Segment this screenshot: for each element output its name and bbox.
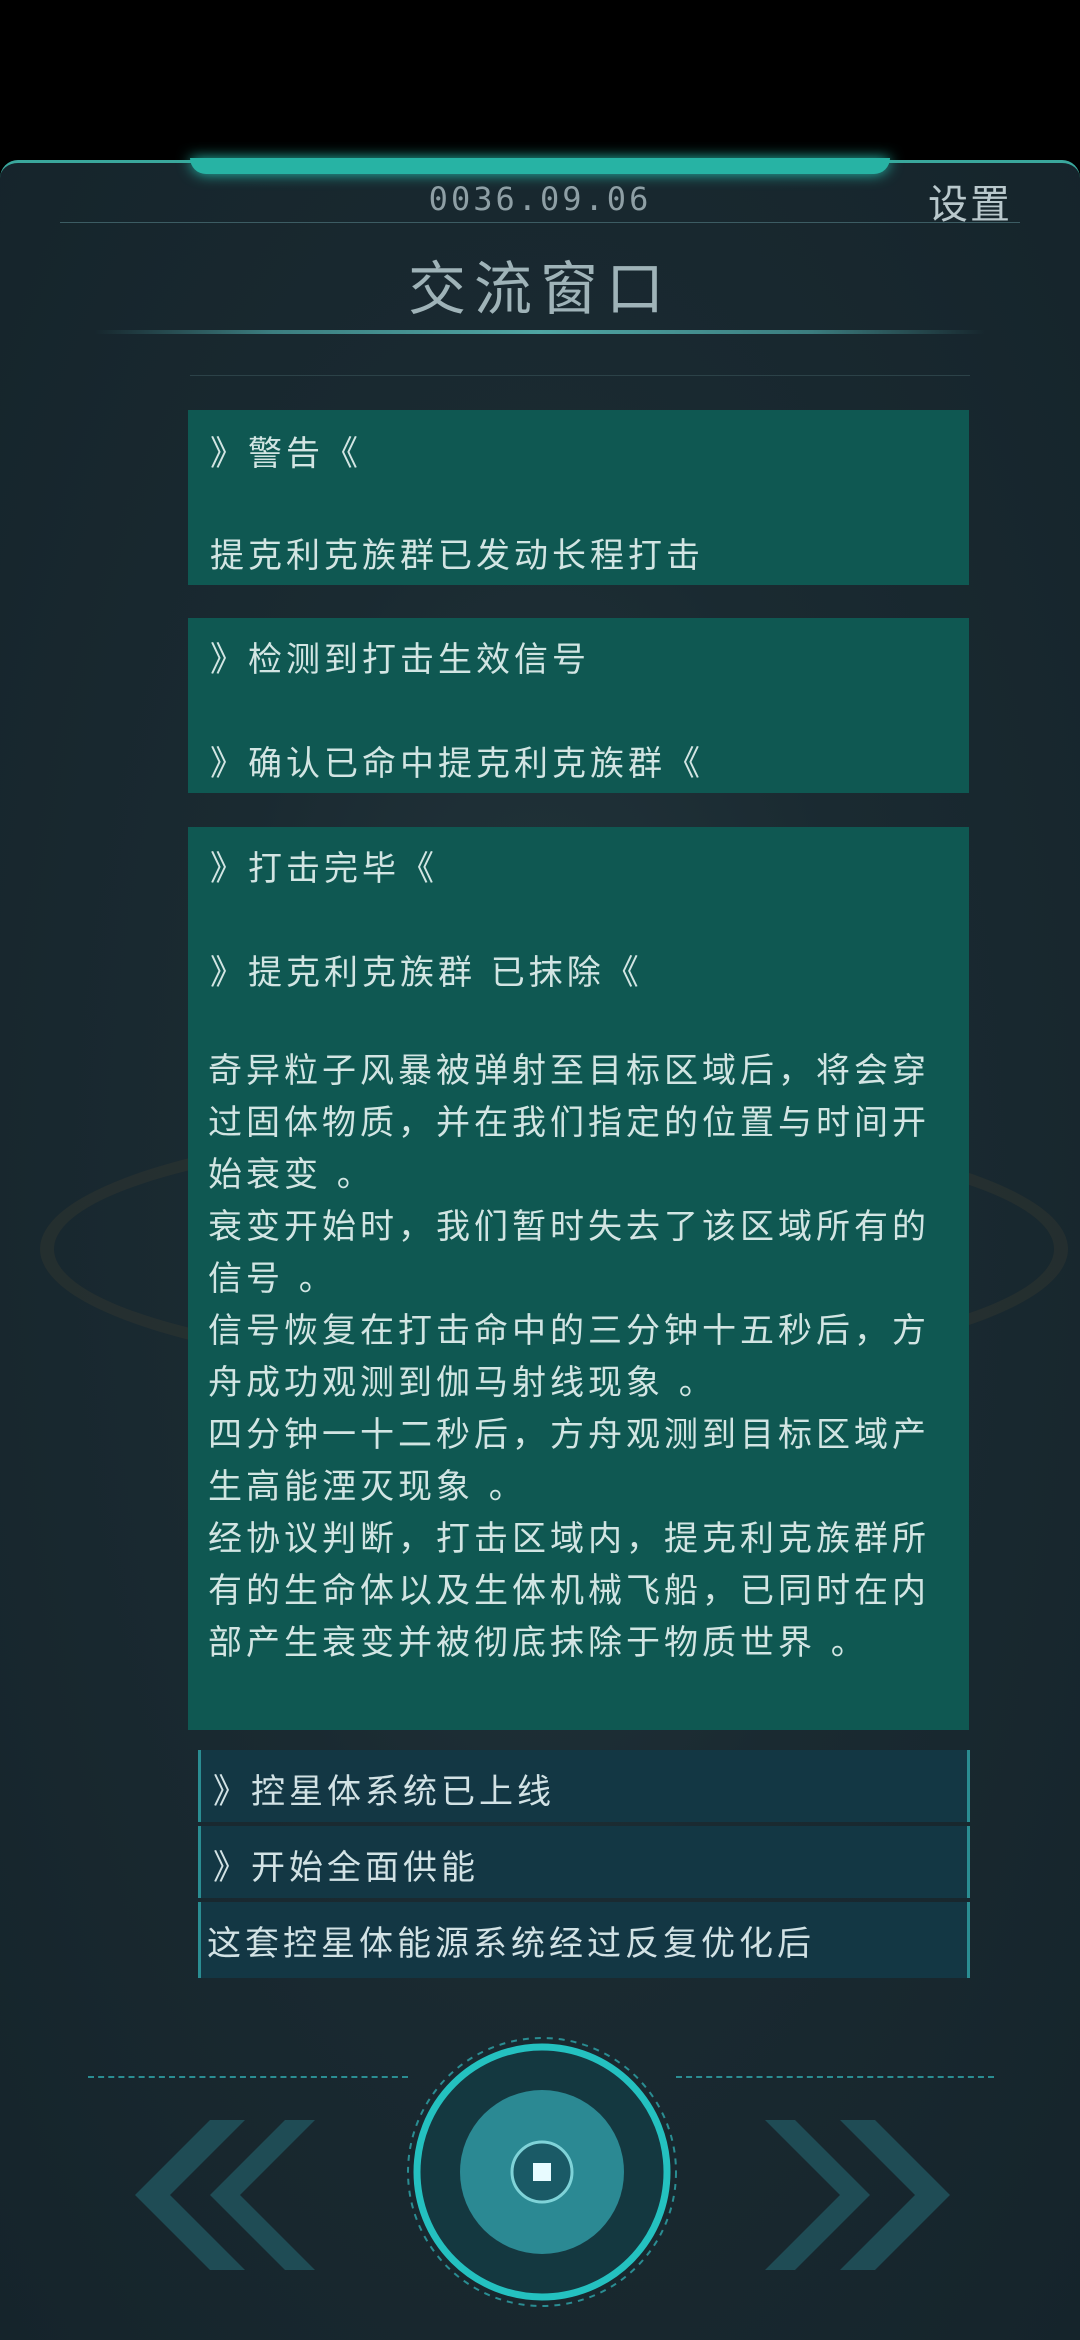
date-display: 0036.09.06 [428, 180, 652, 218]
double-chevron-left-icon[interactable] [100, 2115, 320, 2275]
report-paragraph: 四分钟一十二秒后，方舟观测到目标区域产生高能湮灭现象 。 [208, 1415, 930, 1507]
report-paragraph: 衰变开始时，我们暂时失去了该区域所有的信号 。 [208, 1207, 930, 1299]
double-chevron-right-icon[interactable] [760, 2115, 980, 2275]
card-line: 》提克利克族群 已抹除《 [210, 953, 643, 993]
title-underline [95, 330, 985, 334]
message-card-report: 》打击完毕《 》提克利克族群 已抹除《 奇异粒子风暴被弹射至目标区域后，将会穿过… [188, 827, 969, 1730]
report-paragraph: 信号恢复在打击命中的三分钟十五秒后，方舟成功观测到伽马射线现象 。 [208, 1311, 930, 1403]
bottom-dashed-line-right [676, 2076, 994, 2078]
card-line: 》检测到打击生效信号 [210, 640, 590, 680]
option-label: 》控星体系统已上线 [213, 1772, 555, 1812]
option-label: 》开始全面供能 [213, 1848, 479, 1888]
content-top-divider [190, 375, 970, 376]
card-line: 》确认已命中提克利克族群《 [210, 744, 704, 784]
option-item-1[interactable]: 》控星体系统已上线 [198, 1750, 970, 1822]
page-title: 交流窗口 [407, 255, 672, 323]
card-line: 提克利克族群已发动长程打击 [210, 536, 704, 576]
bottom-dashed-line-left [88, 2076, 408, 2078]
message-card-detection: 》检测到打击生效信号 》确认已命中提克利克族群《 [188, 618, 969, 793]
card-line: 》警告《 [210, 434, 362, 474]
ring-button-icon[interactable] [404, 2034, 680, 2310]
option-item-3[interactable]: 这套控星体能源系统经过反复优化后 [198, 1902, 970, 1978]
header-divider [60, 222, 1020, 223]
report-paragraph: 经协议判断，打击区域内，提克利克族群所有的生命体以及生体机械飞船，已同时在内部产… [208, 1519, 930, 1663]
report-paragraph: 奇异粒子风暴被弹射至目标区域后，将会穿过固体物质，并在我们指定的位置与时间开始衰… [208, 1051, 930, 1195]
card-line: 》打击完毕《 [210, 849, 438, 889]
top-glow-bar [190, 158, 890, 174]
option-item-2[interactable]: 》开始全面供能 [198, 1826, 970, 1898]
message-card-warning: 》警告《 提克利克族群已发动长程打击 [188, 410, 969, 585]
option-label: 这套控星体能源系统经过反复优化后 [207, 1924, 815, 1964]
report-body: 奇异粒子风暴被弹射至目标区域后，将会穿过固体物质，并在我们指定的位置与时间开始衰… [208, 1045, 948, 1669]
